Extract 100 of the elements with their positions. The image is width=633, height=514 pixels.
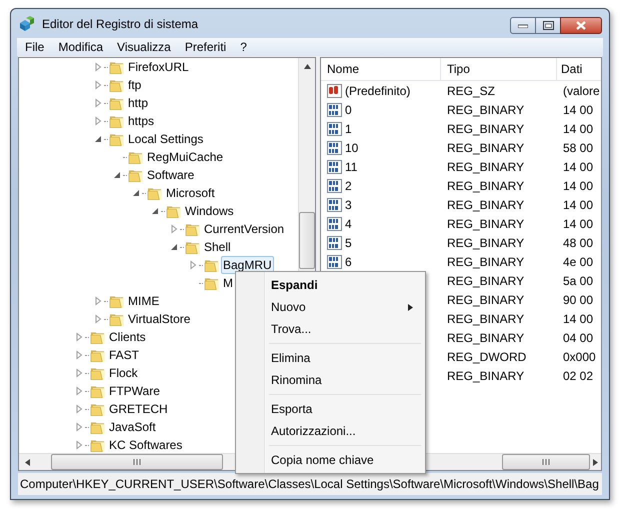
folder-icon <box>109 60 125 74</box>
binary-value-icon <box>327 102 343 116</box>
tree-item[interactable]: M <box>221 274 235 292</box>
tree-item[interactable]: ftp <box>126 76 144 94</box>
tree-item[interactable]: VirtualStore <box>126 310 192 328</box>
folder-icon <box>90 438 106 452</box>
value-name[interactable]: 3 <box>345 198 352 212</box>
folder-icon <box>90 420 106 434</box>
minimize-button[interactable] <box>510 17 536 34</box>
binary-value-icon <box>327 160 343 174</box>
value-data: 48 00 <box>563 236 594 250</box>
value-name[interactable]: 2 <box>345 178 352 192</box>
value-name[interactable]: 6 <box>345 254 352 268</box>
expanded-arrow-icon[interactable] <box>131 188 141 198</box>
column-header[interactable]: Nome <box>321 58 441 80</box>
scroll-thumb[interactable] <box>502 454 590 470</box>
expand-arrow-icon[interactable] <box>93 116 103 126</box>
expand-arrow-icon[interactable] <box>93 296 103 306</box>
menu-option[interactable]: Copia nome chiave <box>238 449 423 471</box>
window-title: Editor del Registro di sistema <box>42 16 200 30</box>
tree-item[interactable]: Clients <box>107 328 148 346</box>
expanded-arrow-icon[interactable] <box>93 134 103 144</box>
value-name[interactable]: (Predefinito) <box>345 84 410 98</box>
tree-item[interactable]: Shell <box>202 238 233 256</box>
menu-option[interactable]: Rinomina <box>238 369 423 391</box>
tree-item[interactable]: http <box>126 94 150 112</box>
expand-arrow-icon[interactable] <box>188 260 198 270</box>
folder-icon <box>204 258 220 272</box>
tree-item[interactable]: RegMuiCache <box>145 148 226 166</box>
menu-option[interactable]: Nuovo <box>238 296 423 318</box>
menu-option[interactable]: Elimina <box>238 347 423 369</box>
expand-arrow-icon[interactable] <box>93 314 103 324</box>
tree-item[interactable]: KC Softwares <box>107 436 184 453</box>
scroll-right-icon[interactable] <box>593 458 598 466</box>
value-name[interactable]: 1 <box>345 122 352 136</box>
expand-arrow-icon[interactable] <box>74 404 84 414</box>
expand-arrow-icon[interactable] <box>74 350 84 360</box>
value-data: 5a 00 <box>563 274 594 288</box>
folder-icon <box>90 402 106 416</box>
expand-arrow-icon[interactable] <box>74 332 84 342</box>
menu-item[interactable]: Visualizza <box>110 40 178 54</box>
expanded-arrow-icon[interactable] <box>112 170 122 180</box>
value-data: 14 00 <box>563 198 594 212</box>
menu-item[interactable]: Modifica <box>51 40 110 54</box>
maximize-button[interactable] <box>535 17 561 34</box>
menu-option[interactable]: Autorizzazioni... <box>238 420 423 442</box>
menu-option[interactable]: Trova... <box>238 318 423 340</box>
menu-item[interactable]: ? <box>233 40 254 54</box>
tree-item[interactable]: FTPWare <box>107 382 162 400</box>
scroll-left-icon[interactable] <box>24 458 30 466</box>
scroll-thumb[interactable] <box>299 212 315 269</box>
tree-item[interactable]: Flock <box>107 364 140 382</box>
menu-item[interactable]: File <box>18 40 52 54</box>
expand-arrow-icon[interactable] <box>74 440 84 450</box>
tree-item[interactable]: Local Settings <box>126 130 206 148</box>
expand-arrow-icon[interactable] <box>74 368 84 378</box>
expand-arrow-icon[interactable] <box>169 224 179 234</box>
tree-item[interactable]: Windows <box>183 202 236 220</box>
tree-item[interactable]: Software <box>145 166 196 184</box>
expand-arrow-icon[interactable] <box>93 80 103 90</box>
tree-item[interactable]: https <box>126 112 156 130</box>
binary-value-icon <box>327 122 343 136</box>
expand-arrow-icon[interactable] <box>93 98 103 108</box>
value-name[interactable]: 0 <box>345 102 352 116</box>
column-header[interactable]: Dati <box>557 58 601 80</box>
tree-item[interactable]: Microsoft <box>164 184 217 202</box>
binary-value-icon <box>327 254 343 268</box>
tree-item[interactable]: MIME <box>126 292 162 310</box>
tree-item[interactable]: JavaSoft <box>107 418 158 436</box>
expand-arrow-icon[interactable] <box>74 386 84 396</box>
expanded-arrow-icon[interactable] <box>150 206 160 216</box>
value-type: REG_DWORD <box>447 350 526 364</box>
value-name[interactable]: 5 <box>345 236 352 250</box>
value-name[interactable]: 10 <box>345 140 358 154</box>
folder-icon <box>109 312 125 326</box>
value-name[interactable]: 11 <box>345 160 358 174</box>
folder-icon <box>109 96 125 110</box>
tree-item[interactable]: FAST <box>107 346 142 364</box>
value-data: 14 00 <box>563 216 594 230</box>
column-header[interactable]: Tipo <box>441 58 557 80</box>
key-path: Computer\HKEY_CURRENT_USER\Software\Classes\Local Settings\Software\Microsoft\Windows\Shell\Bag <box>20 477 599 491</box>
value-type: REG_BINARY <box>447 330 524 344</box>
scroll-thumb[interactable] <box>51 454 223 470</box>
expand-arrow-icon[interactable] <box>93 62 103 72</box>
tree-item[interactable]: FirefoxURL <box>126 58 191 76</box>
expanded-arrow-icon[interactable] <box>169 242 179 252</box>
tree-item[interactable]: GRETECH <box>107 400 170 418</box>
menu-option[interactable]: Espandi <box>238 274 423 296</box>
folder-icon <box>109 78 125 92</box>
value-type: REG_BINARY <box>447 198 524 212</box>
menu-option[interactable]: Esporta <box>238 398 423 420</box>
scroll-up-icon[interactable] <box>304 64 310 68</box>
grip-icon <box>542 459 550 465</box>
folder-icon <box>128 168 144 182</box>
value-data: 90 00 <box>563 292 594 306</box>
value-name[interactable]: 4 <box>345 216 352 230</box>
expand-arrow-icon[interactable] <box>74 422 84 432</box>
tree-item[interactable]: CurrentVersion <box>202 220 286 238</box>
close-button[interactable] <box>560 17 602 34</box>
menu-item[interactable]: Preferiti <box>178 40 234 54</box>
